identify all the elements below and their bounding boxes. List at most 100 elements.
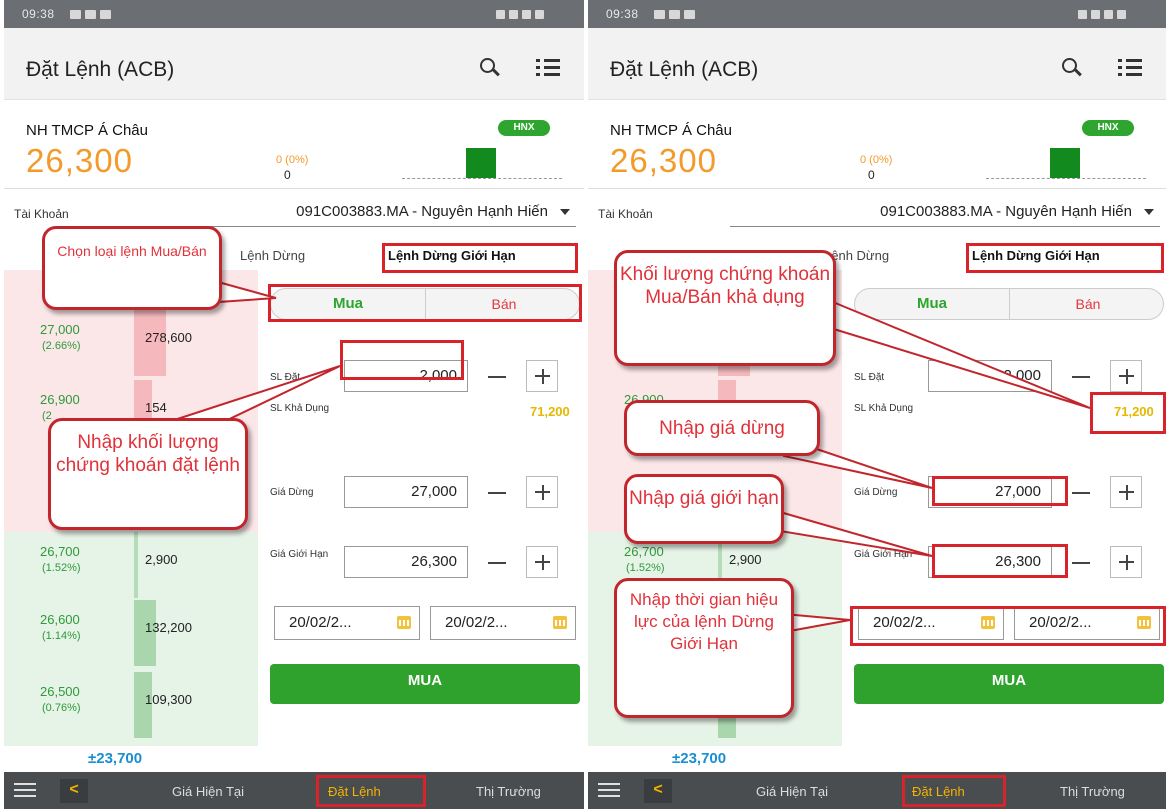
order-book-row[interactable]: 26,600 (1.14%) 132,200 bbox=[4, 600, 258, 670]
limit-price-input[interactable]: 26,300 bbox=[928, 546, 1052, 578]
hamburger-menu-icon[interactable] bbox=[598, 783, 620, 797]
nav-current-price[interactable]: Giá Hiện Tại bbox=[756, 784, 828, 799]
search-icon[interactable] bbox=[1060, 56, 1084, 80]
stop-price-minus-button[interactable] bbox=[1072, 492, 1090, 494]
submit-buy-button[interactable]: MUA bbox=[854, 664, 1164, 704]
order-form: Mua Bán SL Đặt 2,000 SL Khả Dụng 71,200 … bbox=[262, 280, 584, 764]
stock-change: 0 (0%) bbox=[860, 154, 893, 166]
row-percent: (1.52%) bbox=[626, 562, 665, 574]
page-title: Đặt Lệnh (ACB) bbox=[610, 58, 759, 81]
nav-current-price[interactable]: Giá Hiện Tại bbox=[172, 784, 244, 799]
order-form: Mua Bán SL Đặt 2,000 SL Khả Dụng 71,200 … bbox=[846, 280, 1166, 764]
calendar-icon[interactable] bbox=[397, 616, 411, 629]
account-value: 091C003883.MA - Nguyên Hạnh Hiến bbox=[296, 203, 548, 220]
mini-chart-bar bbox=[1050, 148, 1080, 178]
buy-toggle[interactable]: Mua bbox=[271, 289, 426, 319]
row-price: 26,900 bbox=[40, 392, 80, 407]
nav-place-order[interactable]: Đặt Lệnh bbox=[328, 784, 381, 799]
date-to-field[interactable]: 20/02/2... bbox=[1014, 606, 1160, 640]
qty-plus-button[interactable] bbox=[526, 360, 558, 392]
stop-price-plus-button[interactable] bbox=[1110, 476, 1142, 508]
stop-price-minus-button[interactable] bbox=[488, 492, 506, 494]
date-to-field[interactable]: 20/02/2... bbox=[430, 606, 576, 640]
list-menu-icon[interactable] bbox=[1118, 58, 1142, 78]
account-value: 091C003883.MA - Nguyên Hạnh Hiến bbox=[880, 203, 1132, 220]
back-chevron-icon[interactable]: < bbox=[60, 779, 88, 803]
buy-toggle[interactable]: Mua bbox=[855, 289, 1010, 319]
qty-plus-button[interactable] bbox=[1110, 360, 1142, 392]
account-label: Tài Khoản bbox=[14, 207, 69, 221]
nav-market[interactable]: Thị Trường bbox=[476, 784, 541, 799]
row-qty: 2,900 bbox=[145, 552, 178, 567]
tab-stop-limit-order[interactable]: Lệnh Dừng Giới Hạn bbox=[972, 248, 1100, 263]
row-percent: (2.66%) bbox=[42, 340, 81, 352]
callout-validity-text: Nhập thời gian hiệu lực của lệnh Dừng Gi… bbox=[629, 590, 779, 653]
status-bar: 09:38 bbox=[4, 0, 584, 28]
sell-toggle[interactable]: Bán bbox=[1011, 289, 1165, 319]
qty-label: SL Đặt bbox=[270, 372, 301, 383]
hamburger-menu-icon[interactable] bbox=[14, 783, 36, 797]
callout-enter-qty: Nhập khối lượng chứng khoán đặt lệnh bbox=[48, 418, 248, 530]
callout-order-type-text: Chọn loại lệnh Mua/Bán bbox=[57, 243, 207, 259]
calendar-icon[interactable] bbox=[981, 616, 995, 629]
limit-price-plus-button[interactable] bbox=[526, 546, 558, 578]
limit-price-input[interactable]: 26,300 bbox=[344, 546, 468, 578]
qty-input[interactable]: 2,000 bbox=[344, 360, 468, 392]
row-percent: (1.52%) bbox=[42, 562, 81, 574]
row-price: 27,000 bbox=[40, 322, 80, 337]
row-qty: 132,200 bbox=[145, 620, 192, 635]
sell-toggle[interactable]: Bán bbox=[427, 289, 581, 319]
list-menu-icon[interactable] bbox=[536, 58, 560, 78]
stop-price-plus-button[interactable] bbox=[526, 476, 558, 508]
nav-market[interactable]: Thị Trường bbox=[1060, 784, 1125, 799]
account-select[interactable]: 091C003883.MA - Nguyên Hạnh Hiến bbox=[146, 197, 576, 227]
signal-battery-icons bbox=[492, 8, 566, 20]
stop-price-input[interactable]: 27,000 bbox=[344, 476, 468, 508]
bottom-nav: < Giá Hiện Tại Đặt Lệnh Thị Trường bbox=[4, 772, 584, 809]
stock-volume: 0 bbox=[868, 168, 875, 182]
app-bar: Đặt Lệnh (ACB) bbox=[4, 28, 584, 100]
stock-price: 26,300 bbox=[26, 142, 133, 179]
date-from-value: 20/02/2... bbox=[873, 614, 936, 631]
status-time: 09:38 bbox=[22, 7, 55, 21]
available-qty-value: 71,200 bbox=[1114, 404, 1154, 419]
calendar-icon[interactable] bbox=[553, 616, 567, 629]
limit-price-plus-button[interactable] bbox=[1110, 546, 1142, 578]
order-book-row[interactable]: 26,700 (1.52%) 2,900 bbox=[4, 532, 258, 602]
stock-summary: NH TMCP Á Châu 26,300 0 (0%) 0 HNX bbox=[4, 100, 584, 188]
qty-minus-button[interactable] bbox=[488, 376, 506, 378]
notification-icons bbox=[654, 8, 700, 20]
date-from-field[interactable]: 20/02/2... bbox=[858, 606, 1004, 640]
limit-price-minus-button[interactable] bbox=[1072, 562, 1090, 564]
buy-sell-toggle: Mua Bán bbox=[270, 288, 580, 320]
chevron-down-icon bbox=[1144, 209, 1154, 215]
stop-price-input[interactable]: 27,000 bbox=[928, 476, 1052, 508]
qty-input[interactable]: 2,000 bbox=[928, 360, 1052, 392]
order-book-row[interactable]: 26,500 (0.76%) 109,300 bbox=[4, 672, 258, 742]
stock-name: NH TMCP Á Châu bbox=[610, 122, 732, 139]
mini-chart-baseline bbox=[402, 178, 562, 179]
qty-minus-button[interactable] bbox=[1072, 376, 1090, 378]
row-percent: (1.14%) bbox=[42, 630, 81, 642]
search-icon[interactable] bbox=[478, 56, 502, 80]
tab-stop-limit-order[interactable]: Lệnh Dừng Giới Hạn bbox=[388, 248, 516, 263]
calendar-icon[interactable] bbox=[1137, 616, 1151, 629]
notification-icons bbox=[70, 8, 116, 20]
row-percent: (2 bbox=[42, 410, 52, 422]
date-from-field[interactable]: 20/02/2... bbox=[274, 606, 420, 640]
stock-change: 0 (0%) bbox=[276, 154, 309, 166]
order-book-total: ±23,700 bbox=[672, 750, 727, 767]
nav-place-order[interactable]: Đặt Lệnh bbox=[912, 784, 965, 799]
limit-price-minus-button[interactable] bbox=[488, 562, 506, 564]
order-book-row[interactable]: 27,000 (2.66%) 278,600 bbox=[4, 310, 258, 380]
account-select[interactable]: 091C003883.MA - Nguyên Hạnh Hiến bbox=[730, 197, 1160, 227]
tab-stop-order[interactable]: Lệnh Dừng bbox=[240, 248, 305, 263]
account-label: Tài Khoản bbox=[598, 207, 653, 221]
available-qty-label: SL Khả Dụng bbox=[854, 403, 914, 414]
mini-chart-baseline bbox=[986, 178, 1146, 179]
bottom-nav: < Giá Hiện Tại Đặt Lệnh Thị Trường bbox=[588, 772, 1166, 809]
limit-price-label: Giá Giới Hạn bbox=[270, 549, 329, 560]
back-chevron-icon[interactable]: < bbox=[644, 779, 672, 803]
submit-buy-button[interactable]: MUA bbox=[270, 664, 580, 704]
callout-available-qty: Khối lượng chứng khoán Mua/Bán khả dụng bbox=[614, 250, 836, 366]
